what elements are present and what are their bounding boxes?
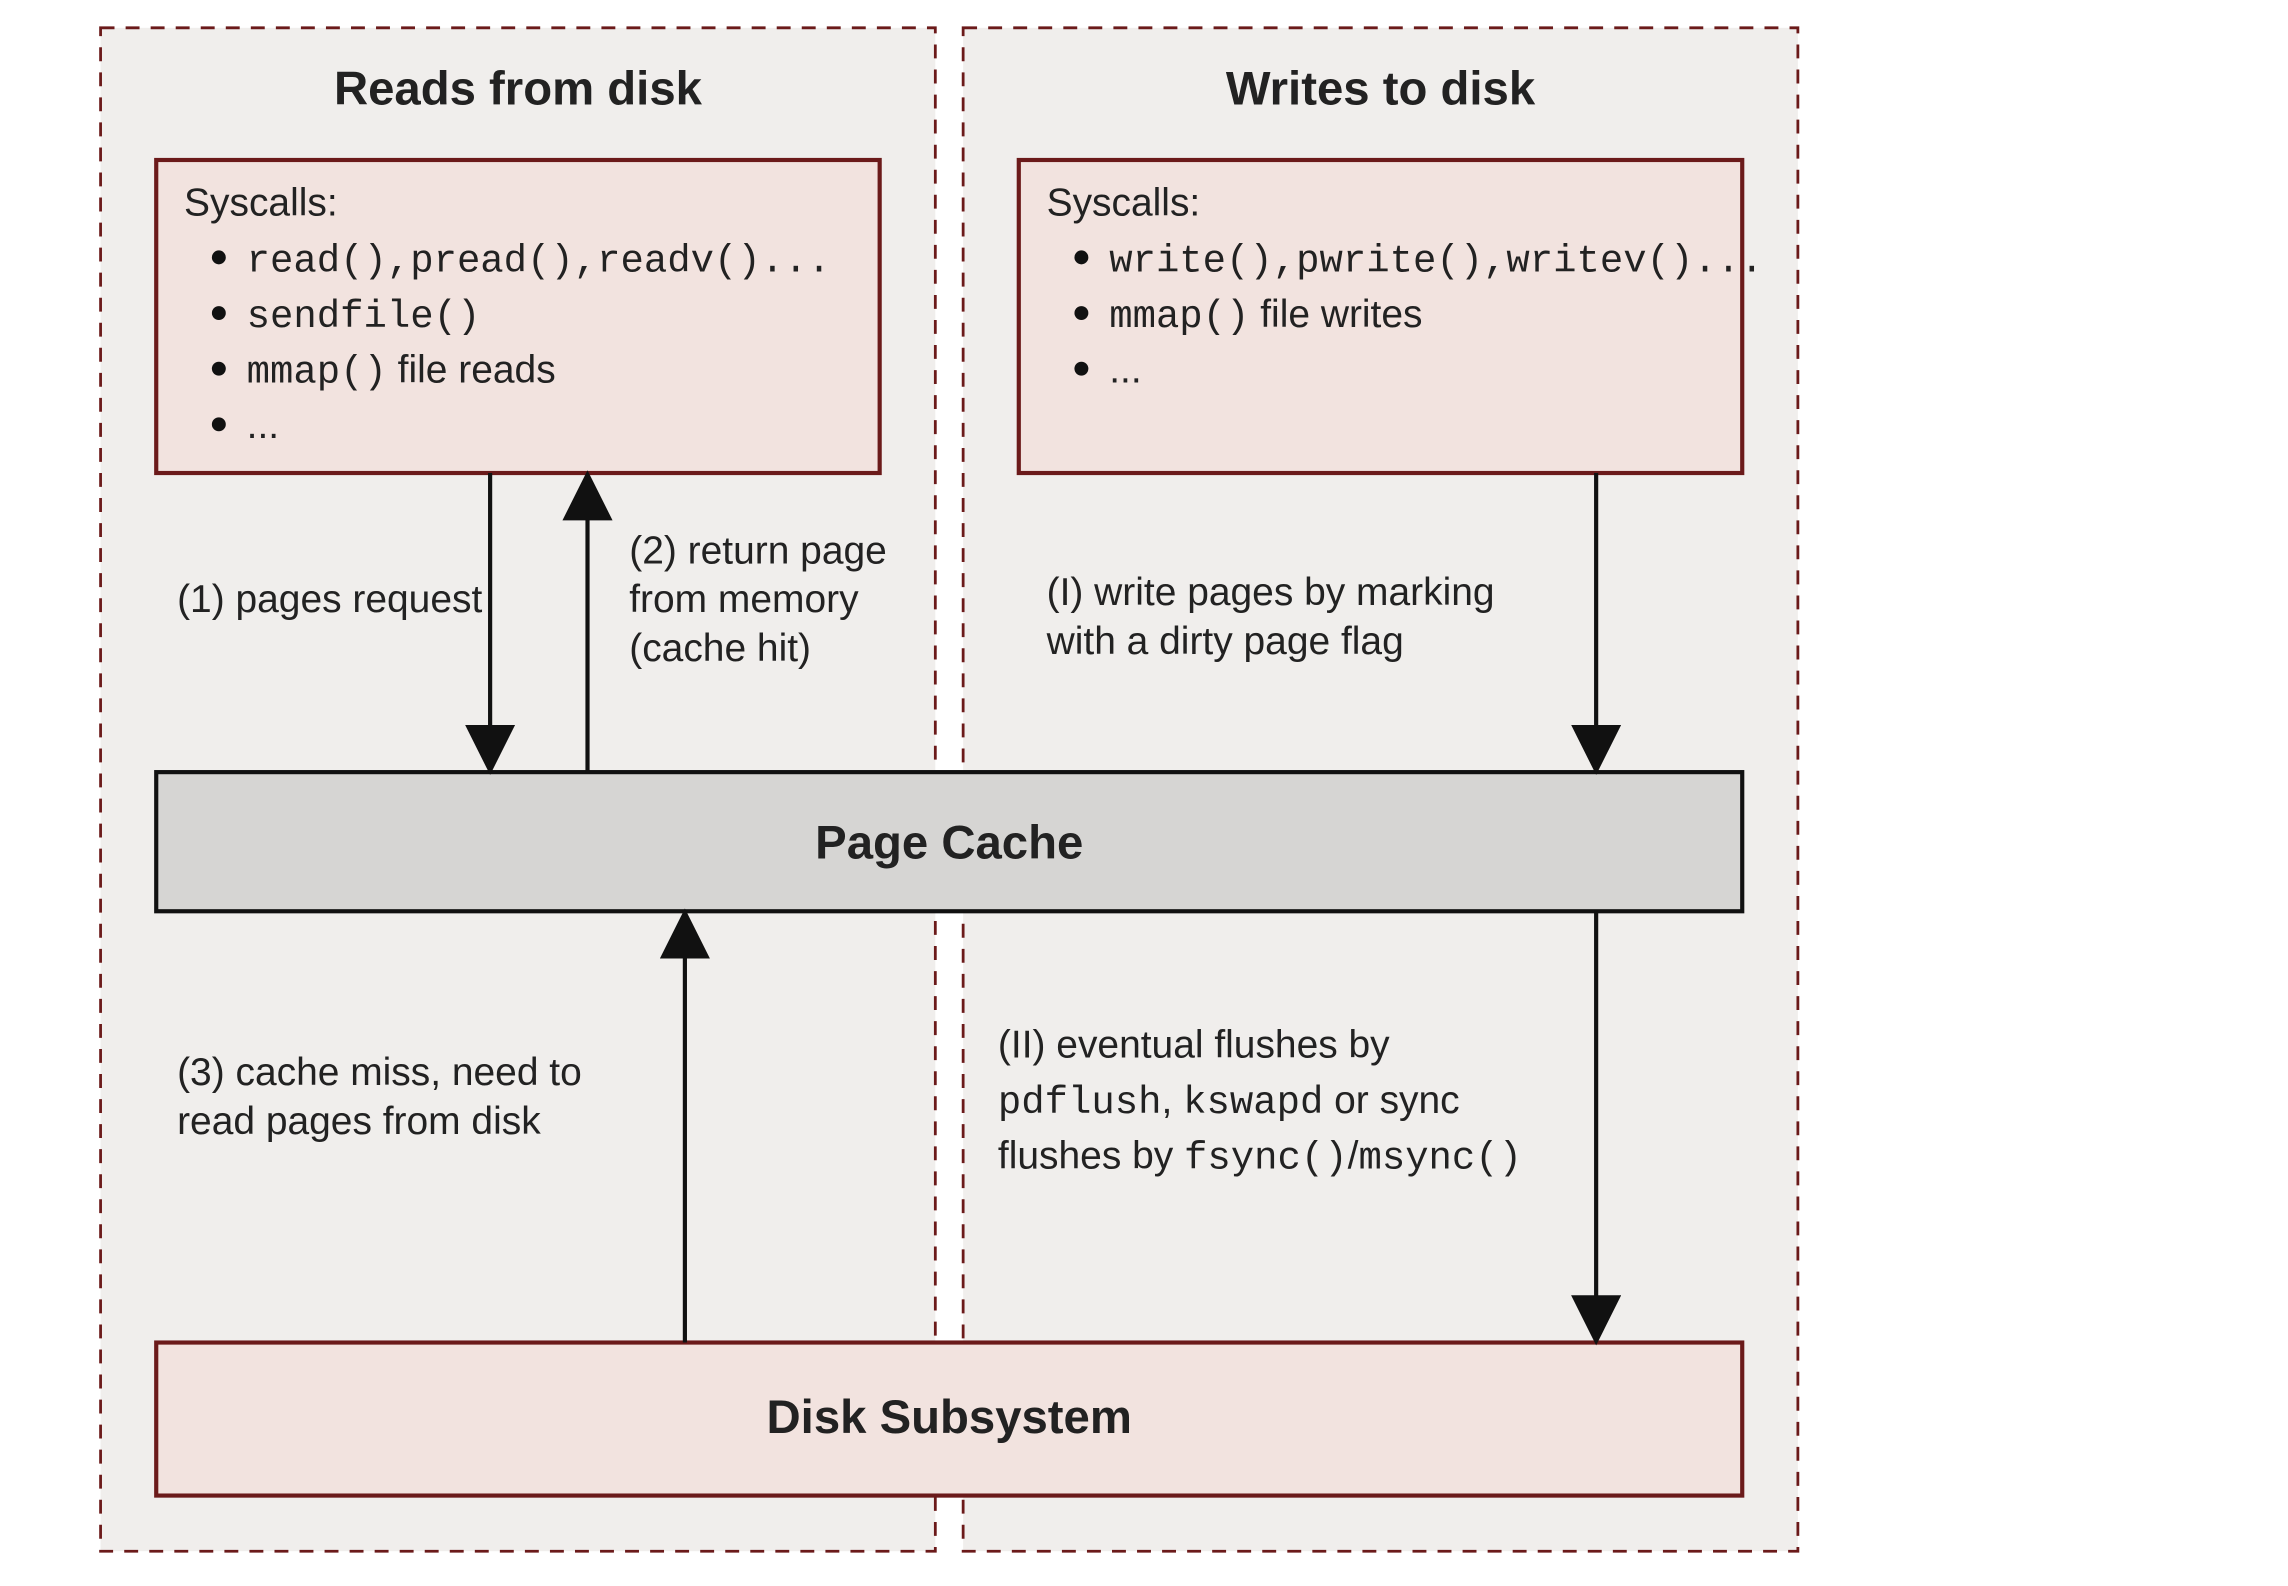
bullet-icon: [1074, 250, 1088, 264]
bullet-icon: [212, 306, 226, 320]
reads-syscalls-label: Syscalls:: [184, 182, 338, 225]
stepII-label-l1: (II) eventual flushes by: [998, 1023, 1390, 1066]
stepI-label-l2: with a dirty page flag: [1046, 620, 1404, 663]
reads-bullet3: mmap() file reads: [247, 349, 556, 395]
writes-bullet1: write(),pwrite(),writev()...: [1109, 239, 1763, 283]
bullet-icon: [212, 250, 226, 264]
reads-title: Reads from disk: [334, 62, 703, 115]
step2-label-l1: (2) return page: [629, 529, 887, 572]
page-cache-label: Page Cache: [815, 816, 1083, 869]
step3-label-l2: read pages from disk: [177, 1100, 541, 1143]
bullet-icon: [1074, 306, 1088, 320]
disk-subsystem-label: Disk Subsystem: [767, 1391, 1132, 1444]
stepI-label-l1: (I) write pages by marking: [1047, 571, 1495, 614]
step1-label: (1) pages request: [177, 578, 482, 621]
writes-bullet2: mmap() file writes: [1109, 293, 1422, 339]
reads-bullet1: read(),pread(),readv()...: [247, 239, 831, 283]
stepII-label-l2: pdflush, kswapd or sync: [998, 1079, 1460, 1125]
writes-syscalls-label: Syscalls:: [1047, 182, 1201, 225]
page-cache-diagram: Reads from disk Writes to disk Syscalls:…: [0, 0, 2288, 1586]
writes-title: Writes to disk: [1226, 62, 1536, 115]
stepII-label-l3: flushes by fsync()/msync(): [998, 1135, 1522, 1181]
writes-bullet3: ...: [1109, 349, 1141, 392]
reads-bullet2: sendfile(): [247, 295, 481, 339]
step2-label-l3: (cache hit): [629, 627, 811, 670]
reads-bullet4: ...: [247, 404, 279, 447]
bullet-icon: [212, 417, 226, 431]
bullet-icon: [1074, 362, 1088, 376]
step3-label-l1: (3) cache miss, need to: [177, 1051, 582, 1094]
bullet-icon: [212, 362, 226, 376]
step2-label-l2: from memory: [629, 578, 859, 621]
